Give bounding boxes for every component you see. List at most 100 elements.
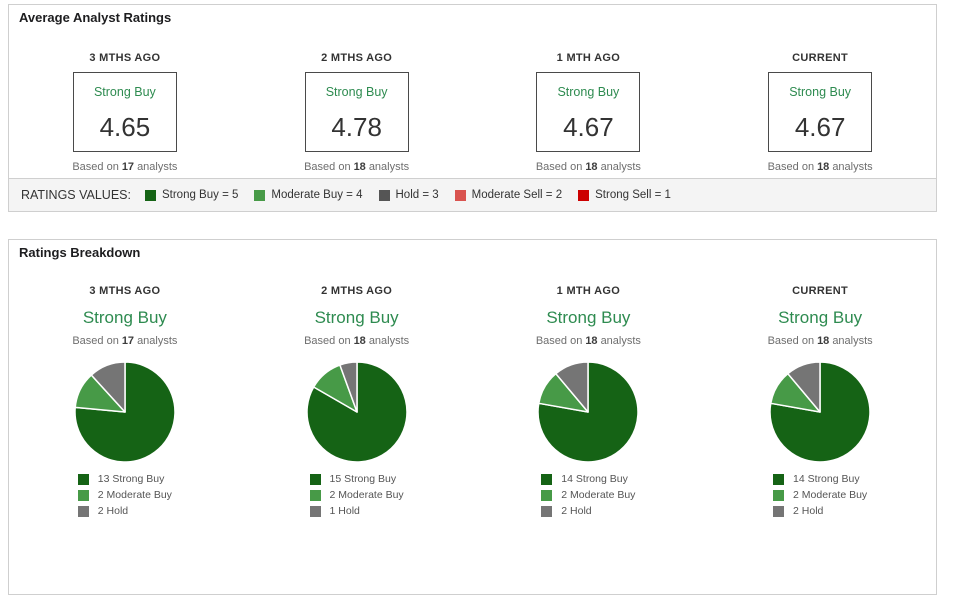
legend-item-hold: Hold = 3 — [378, 189, 439, 201]
moderate-buy-swatch-icon — [77, 489, 89, 501]
analyst-count: 18 — [585, 161, 598, 173]
average-rating-column-current: CURRENT Strong Buy 4.67 Based on 18 analys… — [704, 30, 936, 178]
pie-legend-row: 2 Hold — [77, 505, 172, 517]
breakdown-column-1mth: 1 MTH AGO Strong Buy Based on 18 analysts … — [473, 265, 705, 594]
pie-legend-label: 15 Strong Buy — [329, 473, 397, 485]
analysts-note: Based on 17 analysts — [72, 335, 178, 347]
rating-label: Strong Buy — [82, 308, 167, 327]
average-rating-column-2mths: 2 MTHS AGO Strong Buy 4.78 Based on 18 ana… — [241, 30, 473, 178]
legend-item-label: Strong Buy = 5 — [161, 189, 239, 201]
pie-chart — [473, 360, 705, 464]
pie-legend-row: 15 Strong Buy — [309, 473, 404, 485]
pie-legend-row: 2 Moderate Buy — [773, 489, 867, 501]
strong-buy-swatch-icon — [541, 473, 553, 485]
analyst-count: 18 — [353, 161, 366, 173]
rating-label: Strong Buy — [557, 85, 620, 99]
pie-chart — [9, 360, 241, 464]
rating-label: Strong Buy — [325, 85, 388, 99]
analyst-count: 17 — [121, 161, 135, 173]
rating-card: Strong Buy 4.67 — [536, 72, 641, 152]
period-label: 2 MTHS AGO — [321, 285, 393, 297]
pie-chart-svg — [305, 361, 408, 463]
pie-legend-label: 14 Strong Buy — [561, 473, 628, 485]
pie-legend-label: 14 Strong Buy — [793, 473, 860, 485]
pie-legend-label: 2 Moderate Buy — [97, 489, 172, 501]
hold-swatch-icon — [309, 505, 321, 517]
period-label: CURRENT — [792, 285, 849, 297]
analysts-note: Based on 18 analysts — [304, 335, 410, 347]
rating-label: Strong Buy — [546, 308, 631, 327]
rating-value: 4.67 — [563, 112, 614, 142]
strong-sell-swatch-icon — [578, 189, 590, 201]
pie-legend-label: 2 Moderate Buy — [561, 489, 636, 501]
pie-legend-label: 2 Moderate Buy — [329, 489, 404, 501]
pie-legend-row: 14 Strong Buy — [773, 473, 867, 485]
strong-buy-swatch-icon — [309, 473, 321, 485]
strong-buy-swatch-icon — [144, 189, 156, 201]
legend-item-moderate-buy: Moderate Buy = 4 — [254, 189, 363, 201]
ratings-values-legend: RATINGS VALUES: Strong Buy = 5 Moderate … — [8, 178, 937, 212]
period-label: 1 MTH AGO — [556, 285, 621, 297]
hold-swatch-icon — [77, 505, 89, 517]
analysts-note: Based on 18 analysts — [304, 161, 410, 173]
pie-chart — [241, 360, 473, 464]
analysts-note: Based on 18 analysts — [767, 161, 873, 173]
moderate-sell-swatch-icon — [454, 189, 466, 201]
period-label: 3 MTHS AGO — [89, 285, 161, 297]
pie-legend-row: 14 Strong Buy — [541, 473, 635, 485]
pie-chart-svg — [537, 361, 640, 463]
pie-legend: 14 Strong Buy 2 Moderate Buy 2 Hold — [773, 473, 867, 521]
pie-legend-row: 2 Moderate Buy — [541, 489, 635, 501]
legend-item-label: Moderate Buy = 4 — [271, 189, 363, 201]
analyst-count: 18 — [585, 335, 598, 347]
pie-legend-label: 2 Hold — [561, 505, 592, 517]
pie-legend-label: 1 Hold — [329, 505, 360, 517]
analyst-count: 17 — [121, 335, 135, 347]
legend-item-strong-sell: Strong Sell = 1 — [578, 189, 671, 201]
pie-legend: 13 Strong Buy 2 Moderate Buy 2 Hold — [77, 473, 172, 521]
analyst-count: 18 — [817, 161, 830, 173]
pie-legend: 15 Strong Buy 2 Moderate Buy 1 Hold — [309, 473, 404, 521]
analysts-note: Based on 18 analysts — [535, 161, 641, 173]
legend-item-label: Strong Sell = 1 — [595, 189, 671, 201]
pie-legend-row: 13 Strong Buy — [77, 473, 172, 485]
average-ratings-panel-header: Average Analyst Ratings — [8, 4, 937, 31]
pie-legend-label: 13 Strong Buy — [97, 473, 165, 485]
pie-legend-label: 2 Moderate Buy — [793, 489, 868, 501]
ratings-breakdown-panel-header: Ratings Breakdown — [8, 239, 937, 266]
hold-swatch-icon — [773, 505, 785, 517]
rating-label: Strong Buy — [93, 85, 156, 99]
rating-label: Strong Buy — [789, 85, 852, 99]
analyst-count: 18 — [353, 335, 366, 347]
pie-legend-row: 2 Moderate Buy — [77, 489, 172, 501]
legend-item-label: Hold = 3 — [395, 189, 439, 201]
pie-legend-row: 2 Moderate Buy — [309, 489, 404, 501]
rating-value: 4.67 — [794, 112, 846, 142]
period-label: 3 MTHS AGO — [89, 52, 161, 64]
rating-value: 4.65 — [99, 112, 151, 142]
hold-swatch-icon — [378, 189, 390, 201]
legend-item-label: Moderate Sell = 2 — [471, 189, 563, 201]
pie-chart-svg — [74, 361, 176, 463]
breakdown-column-2mths: 2 MTHS AGO Strong Buy Based on 18 analysts… — [241, 265, 473, 594]
pie-legend-row: 2 Hold — [773, 505, 867, 517]
ratings-breakdown-panel-body: 3 MTHS AGO Strong Buy Based on 17 analysts… — [8, 265, 937, 595]
average-rating-column-1mth: 1 MTH AGO Strong Buy 4.67 Based on 18 anal… — [473, 30, 705, 178]
pie-legend-row: 1 Hold — [309, 505, 404, 517]
pie-legend: 14 Strong Buy 2 Moderate Buy 2 Hold — [541, 473, 635, 521]
analysts-note: Based on 18 analysts — [767, 335, 873, 347]
period-label: 1 MTH AGO — [556, 52, 621, 64]
strong-buy-swatch-icon — [773, 473, 785, 485]
analysts-note: Based on 18 analysts — [535, 335, 641, 347]
ratings-values-label: RATINGS VALUES: — [21, 188, 131, 202]
analyst-count: 18 — [817, 335, 830, 347]
average-ratings-panel-body: 3 MTHS AGO Strong Buy 4.65 Based on 17 ana… — [8, 30, 937, 179]
breakdown-column-current: CURRENT Strong Buy Based on 18 analysts 14… — [704, 265, 936, 594]
rating-label: Strong Buy — [778, 308, 863, 327]
average-rating-column-3mths: 3 MTHS AGO Strong Buy 4.65 Based on 17 ana… — [9, 30, 241, 178]
average-ratings-panel-title: Average Analyst Ratings — [19, 10, 172, 25]
moderate-buy-swatch-icon — [309, 489, 321, 501]
moderate-buy-swatch-icon — [541, 489, 553, 501]
hold-swatch-icon — [541, 505, 553, 517]
analysts-note: Based on 17 analysts — [72, 161, 178, 173]
